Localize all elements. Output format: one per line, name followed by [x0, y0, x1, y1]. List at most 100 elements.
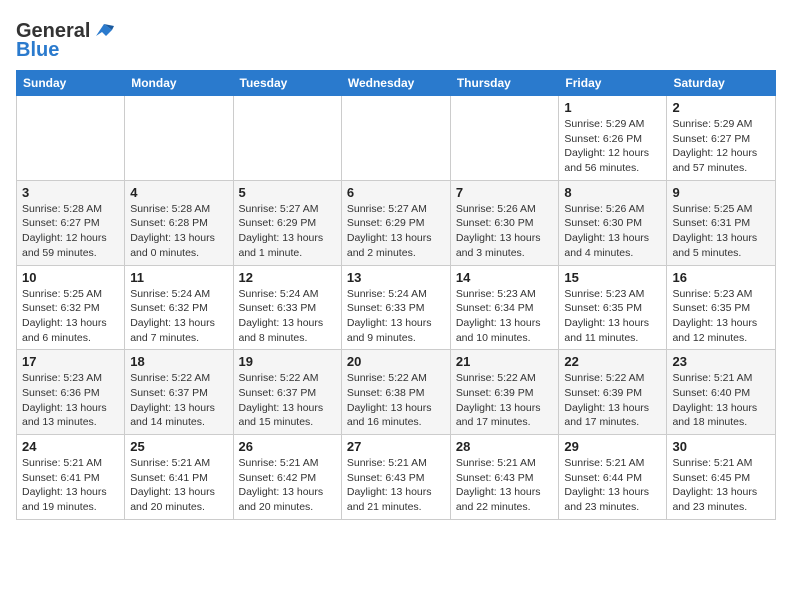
- calendar-day-cell: 17 Sunrise: 5:23 AM Sunset: 6:36 PM Dayli…: [17, 350, 125, 435]
- calendar-day-cell: 25 Sunrise: 5:21 AM Sunset: 6:41 PM Dayli…: [125, 435, 233, 520]
- day-info: Sunrise: 5:29 AM Sunset: 6:26 PM Dayligh…: [564, 117, 661, 176]
- calendar-day-cell: 24 Sunrise: 5:21 AM Sunset: 6:41 PM Dayli…: [17, 435, 125, 520]
- day-number: 7: [456, 185, 554, 200]
- day-info: Sunrise: 5:23 AM Sunset: 6:36 PM Dayligh…: [22, 371, 119, 430]
- page-header: General Blue: [16, 16, 776, 62]
- day-number: 13: [347, 270, 445, 285]
- logo-bird-icon: [92, 22, 114, 40]
- weekday-header-saturday: Saturday: [667, 71, 776, 96]
- day-number: 25: [130, 439, 227, 454]
- calendar-day-cell: 14 Sunrise: 5:23 AM Sunset: 6:34 PM Dayli…: [450, 265, 559, 350]
- day-info: Sunrise: 5:27 AM Sunset: 6:29 PM Dayligh…: [239, 202, 336, 261]
- calendar-day-cell: 2 Sunrise: 5:29 AM Sunset: 6:27 PM Daylig…: [667, 96, 776, 181]
- day-number: 14: [456, 270, 554, 285]
- day-number: 6: [347, 185, 445, 200]
- day-number: 20: [347, 354, 445, 369]
- calendar-day-cell: 7 Sunrise: 5:26 AM Sunset: 6:30 PM Daylig…: [450, 180, 559, 265]
- calendar-day-cell: 15 Sunrise: 5:23 AM Sunset: 6:35 PM Dayli…: [559, 265, 667, 350]
- weekday-header-thursday: Thursday: [450, 71, 559, 96]
- calendar-day-cell: 18Sunrise: 5:22 AM Sunset: 6:37 PM Dayli…: [125, 350, 233, 435]
- day-info: Sunrise: 5:24 AM Sunset: 6:33 PM Dayligh…: [239, 287, 336, 346]
- day-info: Sunrise: 5:23 AM Sunset: 6:35 PM Dayligh…: [672, 287, 770, 346]
- calendar-empty-cell: [233, 96, 341, 181]
- day-info: Sunrise: 5:25 AM Sunset: 6:32 PM Dayligh…: [22, 287, 119, 346]
- calendar-day-cell: 19 Sunrise: 5:22 AM Sunset: 6:37 PM Dayli…: [233, 350, 341, 435]
- day-number: 23: [672, 354, 770, 369]
- day-info: Sunrise: 5:22 AM Sunset: 6:37 PM Dayligh…: [130, 371, 227, 430]
- day-number: 24: [22, 439, 119, 454]
- day-info: Sunrise: 5:21 AM Sunset: 6:43 PM Dayligh…: [456, 456, 554, 515]
- logo: General Blue: [16, 20, 114, 62]
- day-number: 4: [130, 185, 227, 200]
- calendar-day-cell: 8 Sunrise: 5:26 AM Sunset: 6:30 PM Daylig…: [559, 180, 667, 265]
- day-info: Sunrise: 5:21 AM Sunset: 6:43 PM Dayligh…: [347, 456, 445, 515]
- calendar-day-cell: 20 Sunrise: 5:22 AM Sunset: 6:38 PM Dayli…: [341, 350, 450, 435]
- day-number: 21: [456, 354, 554, 369]
- day-info: Sunrise: 5:26 AM Sunset: 6:30 PM Dayligh…: [564, 202, 661, 261]
- day-info: Sunrise: 5:22 AM Sunset: 6:37 PM Dayligh…: [239, 371, 336, 430]
- day-info: Sunrise: 5:24 AM Sunset: 6:32 PM Dayligh…: [130, 287, 227, 346]
- day-info: Sunrise: 5:23 AM Sunset: 6:34 PM Dayligh…: [456, 287, 554, 346]
- day-info: Sunrise: 5:22 AM Sunset: 6:39 PM Dayligh…: [564, 371, 661, 430]
- day-number: 30: [672, 439, 770, 454]
- calendar-day-cell: 23 Sunrise: 5:21 AM Sunset: 6:40 PM Dayli…: [667, 350, 776, 435]
- day-info: Sunrise: 5:21 AM Sunset: 6:41 PM Dayligh…: [22, 456, 119, 515]
- calendar-day-cell: 30 Sunrise: 5:21 AM Sunset: 6:45 PM Dayli…: [667, 435, 776, 520]
- calendar-day-cell: 10Sunrise: 5:25 AM Sunset: 6:32 PM Dayli…: [17, 265, 125, 350]
- calendar-day-cell: 21 Sunrise: 5:22 AM Sunset: 6:39 PM Dayli…: [450, 350, 559, 435]
- day-number: 9: [672, 185, 770, 200]
- weekday-header-sunday: Sunday: [17, 71, 125, 96]
- day-number: 27: [347, 439, 445, 454]
- calendar-week-row: 3Sunrise: 5:28 AM Sunset: 6:27 PM Daylig…: [17, 180, 776, 265]
- weekday-header-monday: Monday: [125, 71, 233, 96]
- calendar-week-row: 17 Sunrise: 5:23 AM Sunset: 6:36 PM Dayli…: [17, 350, 776, 435]
- day-number: 22: [564, 354, 661, 369]
- calendar-day-cell: 16 Sunrise: 5:23 AM Sunset: 6:35 PM Dayli…: [667, 265, 776, 350]
- calendar-empty-cell: [17, 96, 125, 181]
- calendar-empty-cell: [125, 96, 233, 181]
- calendar-day-cell: 6Sunrise: 5:27 AM Sunset: 6:29 PM Daylig…: [341, 180, 450, 265]
- weekday-header-wednesday: Wednesday: [341, 71, 450, 96]
- calendar-empty-cell: [341, 96, 450, 181]
- day-info: Sunrise: 5:26 AM Sunset: 6:30 PM Dayligh…: [456, 202, 554, 261]
- calendar-empty-cell: [450, 96, 559, 181]
- day-number: 1: [564, 100, 661, 115]
- logo-blue-text: Blue: [16, 39, 59, 62]
- calendar-day-cell: 4 Sunrise: 5:28 AM Sunset: 6:28 PM Daylig…: [125, 180, 233, 265]
- calendar-day-cell: 11Sunrise: 5:24 AM Sunset: 6:32 PM Dayli…: [125, 265, 233, 350]
- day-info: Sunrise: 5:22 AM Sunset: 6:39 PM Dayligh…: [456, 371, 554, 430]
- day-number: 19: [239, 354, 336, 369]
- day-info: Sunrise: 5:28 AM Sunset: 6:27 PM Dayligh…: [22, 202, 119, 261]
- calendar-day-cell: 28Sunrise: 5:21 AM Sunset: 6:43 PM Dayli…: [450, 435, 559, 520]
- day-info: Sunrise: 5:21 AM Sunset: 6:44 PM Dayligh…: [564, 456, 661, 515]
- day-number: 17: [22, 354, 119, 369]
- calendar-day-cell: 22 Sunrise: 5:22 AM Sunset: 6:39 PM Dayli…: [559, 350, 667, 435]
- calendar-day-cell: 1 Sunrise: 5:29 AM Sunset: 6:26 PM Daylig…: [559, 96, 667, 181]
- calendar-week-row: 10Sunrise: 5:25 AM Sunset: 6:32 PM Dayli…: [17, 265, 776, 350]
- day-number: 5: [239, 185, 336, 200]
- day-info: Sunrise: 5:23 AM Sunset: 6:35 PM Dayligh…: [564, 287, 661, 346]
- day-info: Sunrise: 5:24 AM Sunset: 6:33 PM Dayligh…: [347, 287, 445, 346]
- day-number: 12: [239, 270, 336, 285]
- day-info: Sunrise: 5:21 AM Sunset: 6:45 PM Dayligh…: [672, 456, 770, 515]
- calendar-day-cell: 13 Sunrise: 5:24 AM Sunset: 6:33 PM Dayli…: [341, 265, 450, 350]
- calendar-header-row: SundayMondayTuesdayWednesdayThursdayFrid…: [17, 71, 776, 96]
- calendar-table: SundayMondayTuesdayWednesdayThursdayFrid…: [16, 70, 776, 520]
- calendar-day-cell: 26Sunrise: 5:21 AM Sunset: 6:42 PM Dayli…: [233, 435, 341, 520]
- day-number: 29: [564, 439, 661, 454]
- day-info: Sunrise: 5:21 AM Sunset: 6:40 PM Dayligh…: [672, 371, 770, 430]
- day-info: Sunrise: 5:29 AM Sunset: 6:27 PM Dayligh…: [672, 117, 770, 176]
- day-number: 2: [672, 100, 770, 115]
- day-number: 8: [564, 185, 661, 200]
- day-info: Sunrise: 5:22 AM Sunset: 6:38 PM Dayligh…: [347, 371, 445, 430]
- calendar-week-row: 24 Sunrise: 5:21 AM Sunset: 6:41 PM Dayli…: [17, 435, 776, 520]
- calendar-day-cell: 12 Sunrise: 5:24 AM Sunset: 6:33 PM Dayli…: [233, 265, 341, 350]
- calendar-day-cell: 29 Sunrise: 5:21 AM Sunset: 6:44 PM Dayli…: [559, 435, 667, 520]
- day-info: Sunrise: 5:21 AM Sunset: 6:41 PM Dayligh…: [130, 456, 227, 515]
- calendar-day-cell: 5 Sunrise: 5:27 AM Sunset: 6:29 PM Daylig…: [233, 180, 341, 265]
- day-number: 16: [672, 270, 770, 285]
- day-info: Sunrise: 5:28 AM Sunset: 6:28 PM Dayligh…: [130, 202, 227, 261]
- weekday-header-friday: Friday: [559, 71, 667, 96]
- weekday-header-tuesday: Tuesday: [233, 71, 341, 96]
- day-number: 15: [564, 270, 661, 285]
